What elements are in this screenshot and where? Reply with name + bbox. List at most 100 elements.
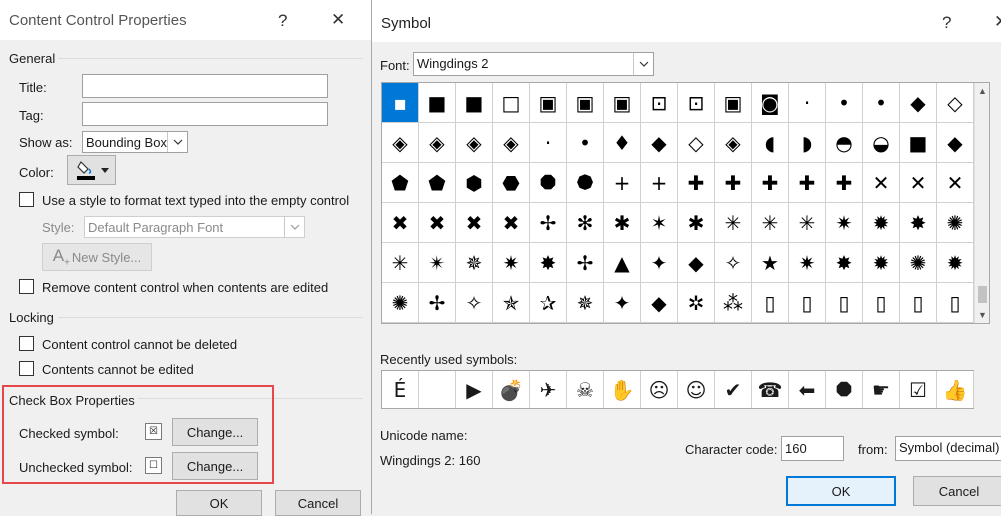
style-select[interactable]: Default Paragraph Font [84, 216, 305, 238]
symbol-cell[interactable]: ⬢ [456, 163, 493, 203]
symbol-cell[interactable]: ■ [419, 83, 456, 123]
symbol-cell[interactable]: ✷ [826, 203, 863, 243]
symbol-cell[interactable]: ⬣ [493, 163, 530, 203]
symbol-cell[interactable]: ◈ [715, 123, 752, 163]
symbol-cell[interactable]: ✲ [678, 283, 715, 323]
symbol-cell[interactable]: ✸ [900, 203, 937, 243]
close-icon[interactable]: ✕ [994, 12, 1001, 32]
symbol-cell[interactable]: ◆ [641, 123, 678, 163]
symbol-cell[interactable]: ✳ [789, 203, 826, 243]
symbol-cell[interactable]: ▯ [937, 283, 974, 323]
symbol-cell[interactable]: ✳ [715, 203, 752, 243]
symbol-cell[interactable]: · [530, 123, 567, 163]
symbol-cell[interactable]: ✯ [493, 283, 530, 323]
color-picker-button[interactable] [67, 155, 116, 185]
recent-symbol-cell[interactable]: 👍 [937, 371, 974, 408]
symbol-cell[interactable]: ✱ [678, 203, 715, 243]
symbol-cell[interactable]: ✧ [456, 283, 493, 323]
symbol-cell[interactable]: ✸ [826, 243, 863, 283]
use-style-checkbox[interactable] [19, 192, 34, 207]
symbol-cell[interactable]: ■ [456, 83, 493, 123]
symbol-cell[interactable]: ⯃ [530, 163, 567, 203]
symbol-cell[interactable]: ◆ [678, 243, 715, 283]
recent-symbol-cell[interactable]: ✋ [604, 371, 641, 408]
symbol-cell[interactable]: ✶ [641, 203, 678, 243]
symbol-cell[interactable]: + [641, 163, 678, 203]
symbol-cell[interactable]: ◈ [419, 123, 456, 163]
symbol-cell[interactable]: ✹ [863, 243, 900, 283]
symbol-cell[interactable]: ▯ [752, 283, 789, 323]
symbol-cell[interactable]: ◆ [937, 123, 974, 163]
symbol-cell[interactable]: ▲ [604, 243, 641, 283]
symbol-cell[interactable]: ◙ [752, 83, 789, 123]
symbol-cell[interactable]: ✚ [678, 163, 715, 203]
show-as-select[interactable]: Bounding Box [82, 131, 188, 153]
symbol-cell[interactable]: ◖ [752, 123, 789, 163]
symbol-cell[interactable]: ▣ [715, 83, 752, 123]
recent-symbol-cell[interactable]: ✔ [715, 371, 752, 408]
symbol-cell[interactable]: ✖ [419, 203, 456, 243]
tag-input[interactable] [82, 102, 328, 126]
symbol-cell[interactable]: □ [493, 83, 530, 123]
symbol-cell[interactable]: • [826, 83, 863, 123]
recent-symbol-cell[interactable]: ✈ [530, 371, 567, 408]
recent-symbol-cell[interactable]: É [382, 371, 419, 408]
cannot-edit-checkbox[interactable] [19, 361, 34, 376]
symbol-cell[interactable]: ✳ [382, 243, 419, 283]
symbol-cell[interactable]: · [789, 83, 826, 123]
symbol-cell[interactable]: ✷ [789, 243, 826, 283]
symbol-cell[interactable]: ✚ [789, 163, 826, 203]
scrollbar-thumb[interactable] [978, 286, 987, 303]
symbol-cell[interactable]: ✧ [715, 243, 752, 283]
scroll-down-icon[interactable]: ▼ [975, 307, 990, 323]
symbol-cell[interactable]: ✕ [863, 163, 900, 203]
character-code-input[interactable]: 160 [781, 436, 844, 461]
help-icon[interactable]: ? [278, 11, 287, 31]
symbol-cell[interactable]: ✻ [567, 203, 604, 243]
symbol-cell[interactable]: • [863, 83, 900, 123]
symbol-cell[interactable]: ✷ [493, 243, 530, 283]
symbol-cell[interactable]: ✖ [493, 203, 530, 243]
symbol-cell[interactable]: ◆ [900, 83, 937, 123]
symbol-cell[interactable]: ⊡ [641, 83, 678, 123]
symbol-cell[interactable]: ▣ [604, 83, 641, 123]
recent-symbol-cell[interactable]: ▶ [456, 371, 493, 408]
symbol-cell[interactable]: ◒ [863, 123, 900, 163]
symbol-cell[interactable]: ◈ [382, 123, 419, 163]
symbol-cell[interactable]: ◇ [937, 83, 974, 123]
symbol-cell[interactable]: ◈ [456, 123, 493, 163]
recent-symbol-cell[interactable]: 💣 [493, 371, 530, 408]
symbol-cell[interactable]: ✢ [530, 203, 567, 243]
symbol-cell[interactable]: ✳ [752, 203, 789, 243]
symbol-cell[interactable]: ✕ [937, 163, 974, 203]
symbol-cell[interactable]: ▣ [567, 83, 604, 123]
symbol-cell[interactable]: ▯ [900, 283, 937, 323]
symbol-cell[interactable]: ▯ [863, 283, 900, 323]
symbol-cell[interactable]: ◇ [678, 123, 715, 163]
symbol-cell[interactable]: ▯ [826, 283, 863, 323]
recent-symbol-cell[interactable]: ☠ [567, 371, 604, 408]
recent-symbol-cell[interactable]: ☎ [752, 371, 789, 408]
symbol-cell[interactable]: ✵ [567, 283, 604, 323]
recent-symbol-cell[interactable]: ☛ [863, 371, 900, 408]
symbol-cell[interactable]: ✺ [900, 243, 937, 283]
symbol-cancel-button[interactable]: Cancel [913, 476, 1001, 506]
symbol-cell[interactable]: ⯄ [567, 163, 604, 203]
symbol-cell[interactable]: ✴ [419, 243, 456, 283]
cannot-delete-checkbox[interactable] [19, 336, 34, 351]
symbol-cell[interactable]: ✺ [937, 203, 974, 243]
font-select[interactable]: Wingdings 2 [413, 52, 654, 76]
symbol-cell[interactable]: ▯ [789, 283, 826, 323]
help-icon[interactable]: ? [942, 13, 951, 33]
symbol-cell[interactable]: + [604, 163, 641, 203]
symbol-cell[interactable]: ◈ [493, 123, 530, 163]
symbol-cell[interactable]: ◓ [826, 123, 863, 163]
symbol-cell[interactable]: ✖ [382, 203, 419, 243]
symbol-cell[interactable]: ⬟ [419, 163, 456, 203]
symbol-cell[interactable]: ✰ [530, 283, 567, 323]
symbol-cell[interactable]: ⬟ [382, 163, 419, 203]
grid-scrollbar[interactable]: ▲ ▼ [974, 83, 989, 323]
symbol-cell[interactable]: • [567, 123, 604, 163]
symbol-cell[interactable]: ⁂ [715, 283, 752, 323]
recent-symbol-cell[interactable]: ☹ [641, 371, 678, 408]
